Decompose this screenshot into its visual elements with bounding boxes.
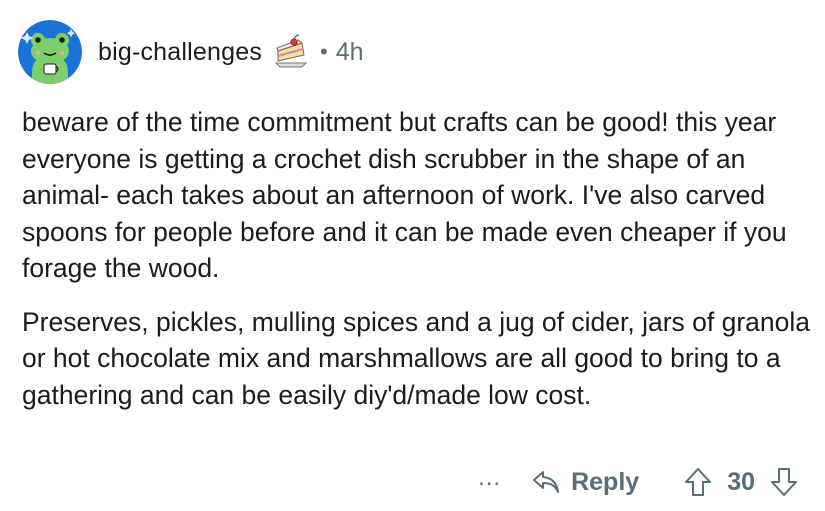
- downvote-arrow-icon[interactable]: [769, 466, 799, 498]
- vote-score: 30: [727, 467, 755, 496]
- more-options-button[interactable]: ...: [478, 466, 501, 498]
- upvote-arrow-icon[interactable]: [683, 466, 713, 498]
- comment-header: big-challenges • 4h: [18, 18, 364, 86]
- comment: big-challenges • 4h beware of the time c…: [0, 0, 825, 511]
- comment-paragraph: Preserves, pickles, mulling spices and a…: [22, 306, 811, 410]
- comment-timestamp[interactable]: 4h: [336, 38, 364, 67]
- author-username[interactable]: big-challenges: [98, 38, 262, 67]
- comment-actions: ... Reply 30: [478, 460, 799, 504]
- meta-separator: •: [320, 39, 328, 64]
- reply-arrow-icon: [531, 468, 561, 496]
- vote-control: 30: [683, 466, 799, 498]
- cake-slice-icon: [272, 33, 310, 71]
- reply-button[interactable]: Reply: [531, 468, 639, 497]
- frog-avatar-icon[interactable]: [18, 20, 82, 84]
- comment-body: beware of the time commitment but crafts…: [22, 104, 812, 413]
- reply-label: Reply: [571, 467, 640, 496]
- comment-paragraph: beware of the time commitment but crafts…: [22, 107, 787, 283]
